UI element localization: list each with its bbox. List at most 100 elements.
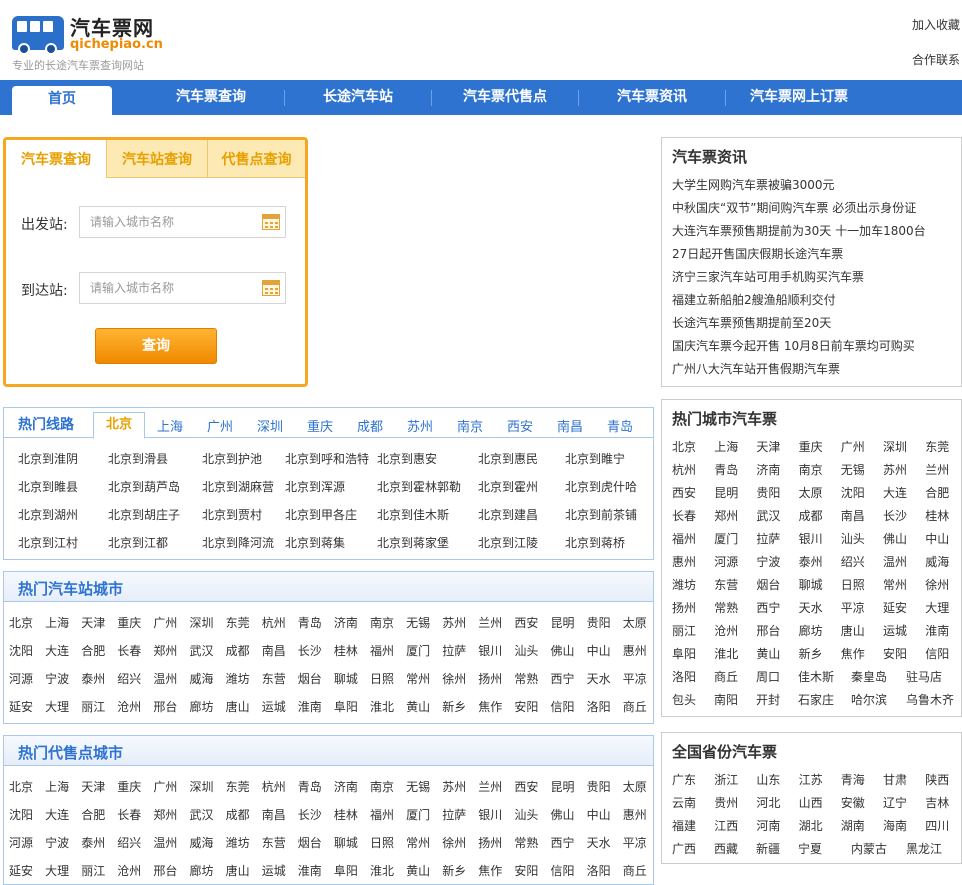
contact-link[interactable]: 合作联系: [912, 51, 960, 68]
route-link[interactable]: 北京到葫芦岛: [108, 478, 180, 495]
city-link[interactable]: 烟台: [298, 834, 322, 851]
city-link[interactable]: 贵阳: [756, 484, 780, 501]
city-link[interactable]: 汕头: [514, 642, 538, 659]
city-link[interactable]: 无锡: [841, 461, 865, 478]
city-link[interactable]: 泰州: [81, 834, 105, 851]
city-link[interactable]: 西安: [514, 614, 538, 631]
city-link[interactable]: 威海: [190, 670, 214, 687]
city-link[interactable]: 汕头: [841, 530, 865, 547]
news-link[interactable]: 27日起开售国庆假期长途汽车票: [672, 245, 843, 262]
route-tab[interactable]: 上海: [157, 416, 183, 435]
city-link[interactable]: 大理: [45, 698, 69, 715]
city-link[interactable]: 上海: [45, 614, 69, 631]
city-link[interactable]: 西宁: [551, 670, 575, 687]
city-link[interactable]: 杭州: [262, 778, 286, 795]
city-link[interactable]: 郑州: [153, 806, 177, 823]
city-link[interactable]: 拉萨: [756, 530, 780, 547]
route-link[interactable]: 北京到滑县: [108, 450, 168, 467]
city-link[interactable]: 湖北: [799, 817, 823, 834]
city-link[interactable]: 烟台: [298, 670, 322, 687]
city-link[interactable]: 唐山: [226, 698, 250, 715]
route-tab[interactable]: 北京: [93, 412, 145, 439]
city-link[interactable]: 浙江: [714, 771, 738, 788]
city-link[interactable]: 昆明: [714, 484, 738, 501]
city-link[interactable]: 大理: [925, 599, 949, 616]
city-link[interactable]: 聊城: [334, 834, 358, 851]
city-link[interactable]: 日照: [841, 576, 865, 593]
city-link[interactable]: 上海: [714, 438, 738, 455]
city-link[interactable]: 唐山: [841, 622, 865, 639]
city-link[interactable]: 信阳: [551, 698, 575, 715]
city-link[interactable]: 邢台: [756, 622, 780, 639]
city-link[interactable]: 绍兴: [117, 834, 141, 851]
route-tab[interactable]: 南京: [457, 416, 483, 435]
route-link[interactable]: 北京到湖麻营: [202, 478, 274, 495]
city-link[interactable]: 聊城: [799, 576, 823, 593]
route-link[interactable]: 北京到虎什哈: [565, 478, 637, 495]
route-tab[interactable]: 西安: [507, 416, 533, 435]
city-link[interactable]: 长春: [117, 642, 141, 659]
city-link[interactable]: 太原: [623, 778, 647, 795]
city-link[interactable]: 太原: [799, 484, 823, 501]
city-link[interactable]: 运城: [262, 862, 286, 879]
city-link[interactable]: 河源: [714, 553, 738, 570]
city-link[interactable]: 扬州: [672, 599, 696, 616]
city-link[interactable]: 新疆: [756, 840, 780, 857]
city-link[interactable]: 哈尔滨: [851, 691, 887, 708]
route-link[interactable]: 北京到蒋桥: [565, 534, 625, 551]
city-link[interactable]: 唐山: [226, 862, 250, 879]
city-link[interactable]: 青海: [841, 771, 865, 788]
city-link[interactable]: 温州: [153, 670, 177, 687]
city-link[interactable]: 扬州: [478, 834, 502, 851]
city-link[interactable]: 焦作: [478, 698, 502, 715]
city-link[interactable]: 廊坊: [190, 862, 214, 879]
city-link[interactable]: 徐州: [925, 576, 949, 593]
news-link[interactable]: 大连汽车票预售期提前为30天 十一加车1800台: [672, 222, 926, 239]
news-link[interactable]: 国庆汽车票今起开售 10月8日前车票均可购买: [672, 337, 915, 354]
city-link[interactable]: 黑龙江: [906, 840, 942, 857]
news-link[interactable]: 中秋国庆“双节”期间购汽车票 必须出示身份证: [672, 199, 916, 216]
city-link[interactable]: 天水: [587, 834, 611, 851]
city-link[interactable]: 深圳: [883, 438, 907, 455]
route-link[interactable]: 北京到呼和浩特: [285, 450, 369, 467]
city-link[interactable]: 平凉: [841, 599, 865, 616]
city-link[interactable]: 宁波: [45, 670, 69, 687]
city-link[interactable]: 贵州: [714, 794, 738, 811]
city-link[interactable]: 东莞: [226, 778, 250, 795]
city-link[interactable]: 南昌: [262, 642, 286, 659]
city-link[interactable]: 常州: [406, 834, 430, 851]
city-link[interactable]: 淮北: [370, 698, 394, 715]
city-link[interactable]: 东营: [714, 576, 738, 593]
news-link[interactable]: 长途汽车票预售期提前至20天: [672, 314, 831, 331]
city-link[interactable]: 广州: [841, 438, 865, 455]
city-link[interactable]: 焦作: [841, 645, 865, 662]
city-link[interactable]: 桂林: [334, 806, 358, 823]
city-link[interactable]: 长沙: [883, 507, 907, 524]
city-link[interactable]: 贵阳: [587, 778, 611, 795]
city-link[interactable]: 昆明: [551, 614, 575, 631]
city-link[interactable]: 东莞: [226, 614, 250, 631]
city-link[interactable]: 武汉: [756, 507, 780, 524]
city-link[interactable]: 宁波: [756, 553, 780, 570]
city-link[interactable]: 乌鲁木齐: [906, 691, 954, 708]
city-link[interactable]: 商丘: [714, 668, 738, 685]
city-link[interactable]: 惠州: [623, 642, 647, 659]
city-link[interactable]: 长春: [672, 507, 696, 524]
city-link[interactable]: 廊坊: [799, 622, 823, 639]
city-link[interactable]: 昆明: [551, 778, 575, 795]
city-link[interactable]: 福州: [672, 530, 696, 547]
city-link[interactable]: 沈阳: [841, 484, 865, 501]
query-button[interactable]: 查询: [95, 328, 217, 364]
route-link[interactable]: 北京到江都: [108, 534, 168, 551]
city-link[interactable]: 成都: [226, 806, 250, 823]
add-favorite-link[interactable]: 加入收藏: [912, 16, 960, 33]
city-link[interactable]: 四川: [925, 817, 949, 834]
city-link[interactable]: 广东: [672, 771, 696, 788]
city-link[interactable]: 深圳: [190, 778, 214, 795]
city-link[interactable]: 阜阳: [334, 862, 358, 879]
tab-ticket-query[interactable]: 汽车票查询: [6, 140, 106, 179]
route-link[interactable]: 北京到佳木斯: [377, 506, 449, 523]
city-link[interactable]: 信阳: [551, 862, 575, 879]
city-link[interactable]: 内蒙古: [851, 840, 887, 857]
city-link[interactable]: 阜阳: [334, 698, 358, 715]
